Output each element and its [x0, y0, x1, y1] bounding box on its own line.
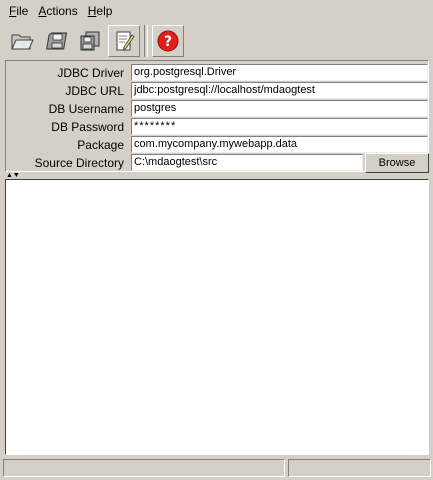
jdbc-driver-row: JDBC Driver org.postgresql.Driver	[6, 64, 428, 82]
save-icon	[46, 32, 68, 50]
db-password-label: DB Password	[51, 120, 124, 134]
status-pane-right	[288, 459, 431, 477]
jdbc-driver-label: JDBC Driver	[57, 66, 124, 80]
menu-bar: File Actions Help	[0, 0, 433, 22]
db-username-label: DB Username	[48, 102, 124, 116]
connection-form: JDBC Driver org.postgresql.Driver JDBC U…	[5, 60, 429, 173]
browse-button[interactable]: Browse	[365, 153, 429, 173]
db-username-row: DB Username postgres	[6, 100, 428, 118]
output-text-area[interactable]	[5, 179, 429, 455]
source-directory-field[interactable]: C:\mdaogtest\src	[131, 154, 363, 171]
jdbc-url-field[interactable]: jdbc:postgresql://localhost/mdaogtest	[131, 82, 428, 99]
source-directory-row: Source Directory C:\mdaogtest\src Browse	[6, 153, 429, 173]
menu-actions-label: ctions	[46, 4, 78, 18]
menu-file[interactable]: File	[4, 2, 33, 20]
db-password-field[interactable]: ********	[131, 118, 428, 135]
toolbar: ?	[2, 22, 431, 60]
open-button[interactable]	[6, 25, 38, 57]
save-button[interactable]	[40, 25, 72, 57]
jdbc-driver-field[interactable]: org.postgresql.Driver	[131, 64, 428, 81]
status-bar	[3, 459, 431, 477]
jdbc-url-row: JDBC URL jdbc:postgresql://localhost/mda…	[6, 82, 428, 100]
collapse-arrows-icon[interactable]: ▲▼	[6, 172, 20, 179]
save-all-icon	[80, 31, 100, 51]
db-password-row: DB Password ********	[6, 118, 428, 136]
menu-file-label: ile	[16, 4, 29, 18]
db-username-field[interactable]: postgres	[131, 100, 428, 117]
menu-actions[interactable]: Actions	[33, 2, 82, 20]
status-pane-left	[3, 459, 285, 477]
edit-button[interactable]	[108, 25, 140, 57]
help-button[interactable]: ?	[152, 25, 184, 57]
open-icon	[11, 34, 34, 50]
jdbc-url-label: JDBC URL	[65, 84, 124, 98]
menu-help-label: elp	[96, 4, 113, 18]
toolbar-separator	[144, 25, 148, 57]
package-field[interactable]: com.mycompany.mywebapp.data	[131, 136, 428, 153]
save-all-button[interactable]	[74, 25, 106, 57]
help-icon: ?	[157, 30, 179, 52]
source-directory-label: Source Directory	[34, 156, 124, 170]
package-label: Package	[77, 138, 124, 152]
edit-icon	[116, 31, 135, 51]
menu-help[interactable]: Help	[83, 2, 118, 20]
package-row: Package com.mycompany.mywebapp.data	[6, 136, 428, 154]
svg-text:?: ?	[164, 34, 172, 50]
